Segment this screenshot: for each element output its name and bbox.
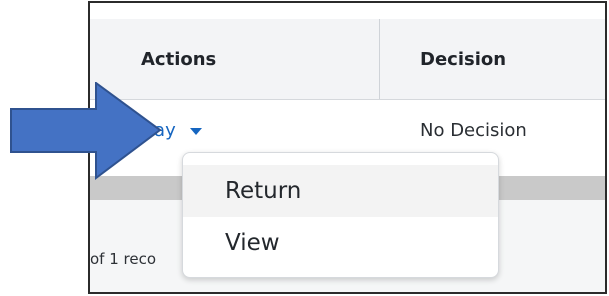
- arrow-right-icon: [10, 82, 162, 180]
- menu-item-return-label: Return: [225, 178, 302, 204]
- menu-item-view-label: View: [225, 230, 280, 256]
- menu-item-view[interactable]: View: [183, 217, 498, 269]
- column-header-decision-label: Decision: [420, 48, 507, 70]
- menu-item-return[interactable]: Return: [183, 165, 498, 217]
- actions-dropdown-menu: Return View: [182, 152, 499, 278]
- column-header-actions-label: Actions: [141, 48, 217, 70]
- column-header-decision[interactable]: Decision: [380, 19, 605, 99]
- chevron-down-icon: [189, 128, 202, 135]
- record-count-text: of 1 reco: [90, 250, 157, 268]
- table-header: Actions Decision: [90, 19, 605, 100]
- stage: Actions Decision Pay No Decision of 1 re…: [0, 0, 609, 296]
- decision-cell: No Decision: [420, 120, 527, 141]
